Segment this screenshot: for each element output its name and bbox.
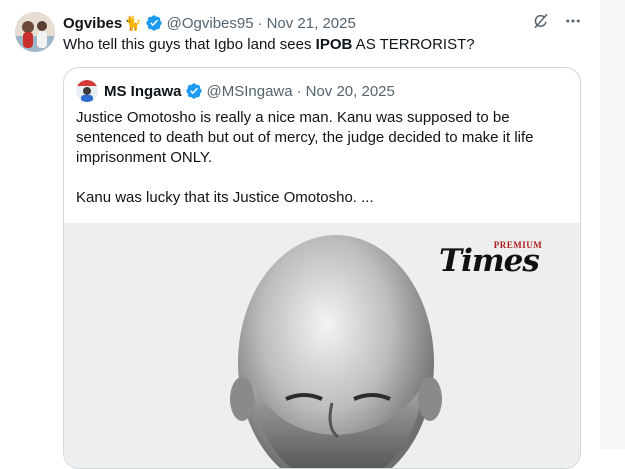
premium-times-logo: PREMIUM Times — [439, 240, 557, 279]
quote-handle[interactable]: @MSIngawa — [207, 83, 293, 100]
verified-badge-icon — [185, 82, 203, 100]
quote-tweet[interactable]: MS Ingawa @MSIngawa · Nov 20, 2025 Justi… — [63, 67, 581, 469]
name-emoji: 🐈 — [124, 14, 142, 31]
tweet-actions — [532, 12, 582, 35]
right-gutter — [600, 0, 625, 449]
avatar[interactable] — [15, 12, 55, 52]
grok-icon[interactable] — [532, 12, 550, 35]
quote-header: MS Ingawa @MSIngawa · Nov 20, 2025 — [76, 80, 395, 102]
timestamp[interactable]: Nov 21, 2025 — [267, 15, 356, 32]
quote-avatar[interactable] — [76, 80, 98, 102]
tweet[interactable]: Ogvibes 🐈 @Ogvibes95 · Nov 21, 2025 Who … — [0, 0, 600, 469]
tweet-text: Who tell this guys that Igbo land sees I… — [63, 35, 475, 55]
logo-times-text: Times — [439, 243, 540, 279]
display-name[interactable]: Ogvibes — [63, 15, 122, 32]
separator-dot: · — [257, 14, 263, 32]
tweet-text-bold: IPOB — [315, 36, 353, 53]
quote-paragraph: Kanu was lucky that its Justice Omotosho… — [76, 189, 374, 206]
quote-media-image[interactable]: PREMIUM Times — [64, 223, 580, 468]
handle[interactable]: @Ogvibes95 — [167, 15, 254, 32]
quote-paragraph: Justice Omotosho is really a nice man. K… — [76, 109, 534, 166]
quote-text: Justice Omotosho is really a nice man. K… — [76, 108, 566, 208]
quote-display-name[interactable]: MS Ingawa — [104, 83, 182, 100]
tweet-header: Ogvibes 🐈 @Ogvibes95 · Nov 21, 2025 — [63, 13, 356, 33]
tweet-text-part: Who tell this guys that Igbo land sees — [63, 36, 316, 53]
separator-dot: · — [296, 82, 302, 100]
verified-badge-icon — [145, 14, 163, 32]
quote-timestamp[interactable]: Nov 20, 2025 — [306, 83, 395, 100]
avatar-image — [15, 12, 55, 52]
tweet-text-part: AS TERRORIST? — [352, 36, 475, 53]
more-icon[interactable] — [564, 12, 582, 35]
